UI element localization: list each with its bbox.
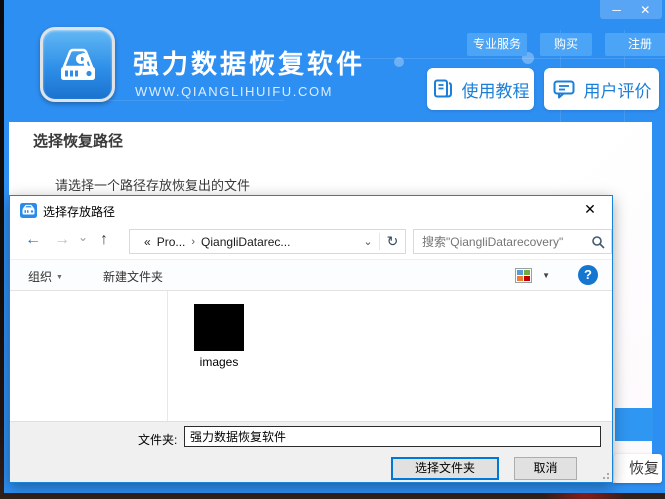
view-mode-dropdown-icon[interactable]: ▼ (542, 271, 550, 280)
forward-button: → (54, 231, 70, 248)
folder-thumbnail (194, 304, 244, 351)
breadcrumb-current[interactable]: QiangliDatarec... (201, 235, 290, 249)
folder-name-label: 文件夹: (138, 433, 178, 447)
recent-locations-dropdown[interactable]: ⌄ (78, 227, 88, 247)
window-controls: ─ ✕ (600, 0, 662, 19)
partial-browse-button[interactable] (615, 408, 653, 441)
minimize-button[interactable]: ─ (605, 4, 629, 16)
up-button[interactable]: ↑ (100, 230, 108, 250)
review-button-label: 用户评价 (583, 81, 652, 101)
chevron-down-icon: ▼ (56, 274, 63, 281)
view-grid-icon (515, 268, 532, 283)
dialog-toolbar: 组织 ▼ 新建文件夹 ▼ ? (10, 259, 612, 291)
instruction-text: 请选择一个路径存放恢复出的文件 (55, 178, 251, 193)
partial-recover-button[interactable]: 恢复 (614, 454, 662, 483)
search-icon[interactable] (585, 235, 611, 249)
resize-grip[interactable] (599, 469, 609, 479)
select-folder-button[interactable]: 选择文件夹 (391, 457, 499, 480)
search-box (413, 229, 612, 254)
magnifier-glyph (592, 235, 605, 249)
dialog-app-icon (20, 203, 37, 218)
dialog-footer: 文件夹: 选择文件夹 取消 (10, 421, 612, 482)
app-title: 强力数据恢复软件 (133, 49, 366, 79)
search-input[interactable] (414, 234, 585, 249)
view-mode-button[interactable] (515, 268, 532, 288)
organize-label: 组织 (28, 270, 53, 284)
page-title: 选择恢复路径 (33, 133, 124, 150)
header-decor-line (344, 58, 665, 59)
app-website: WWW.QIANGLIHUIFU.COM (135, 84, 334, 99)
new-folder-button[interactable]: 新建文件夹 (103, 268, 163, 285)
back-button[interactable]: ← (25, 230, 41, 250)
link-register[interactable]: 注册 (605, 33, 665, 56)
dialog-nav-bar: ← → ⌄ ↑ « Pro... › QiangliDatarec... ⌄ ↻ (10, 225, 612, 259)
header-links: 专业服务 购买 注册 (467, 33, 665, 56)
organize-menu[interactable]: 组织 ▼ (28, 268, 63, 285)
review-button[interactable]: 用户评价 (544, 68, 659, 110)
tutorial-button[interactable]: 使用教程 (427, 68, 534, 110)
close-button[interactable]: ✕ (633, 4, 657, 16)
breadcrumb-overflow[interactable]: « (144, 235, 151, 249)
folder-name-input[interactable] (184, 426, 601, 447)
chat-bubble-icon (553, 80, 574, 99)
dialog-title: 选择存放路径 (43, 205, 116, 219)
cancel-button[interactable]: 取消 (514, 457, 577, 480)
file-item-images[interactable]: images (186, 301, 252, 369)
help-button[interactable]: ? (578, 265, 598, 285)
address-dropdown-icon[interactable]: ⌄ (357, 235, 379, 248)
breadcrumb-separator-icon[interactable]: › (191, 236, 195, 248)
address-bar[interactable]: « Pro... › QiangliDatarec... ⌄ ↻ (129, 229, 406, 254)
harddrive-wrench-icon (60, 48, 95, 80)
dialog-titlebar[interactable]: 选择存放路径 ✕ (10, 196, 612, 225)
dialog-close-button[interactable]: ✕ (580, 201, 600, 218)
desktop: { "main_window": { "titlebar": { "minimi… (0, 0, 665, 499)
link-professional-service[interactable]: 专业服务 (467, 33, 527, 56)
refresh-icon[interactable]: ↻ (379, 233, 405, 250)
breadcrumb-root[interactable]: Pro... (157, 235, 186, 249)
dialog-file-area: images (10, 291, 612, 421)
breadcrumb: « Pro... › QiangliDatarec... (130, 235, 357, 249)
header-decor-circle (394, 57, 404, 67)
document-icon (433, 79, 452, 98)
file-item-label: images (199, 355, 239, 369)
folder-picker-dialog: 选择存放路径 ✕ ← → ⌄ ↑ « Pro... › QiangliDatar… (9, 195, 613, 483)
app-logo (40, 27, 115, 102)
folder-tree-pane[interactable] (10, 291, 168, 421)
tutorial-button-label: 使用教程 (461, 81, 530, 101)
link-buy[interactable]: 购买 (540, 33, 592, 56)
